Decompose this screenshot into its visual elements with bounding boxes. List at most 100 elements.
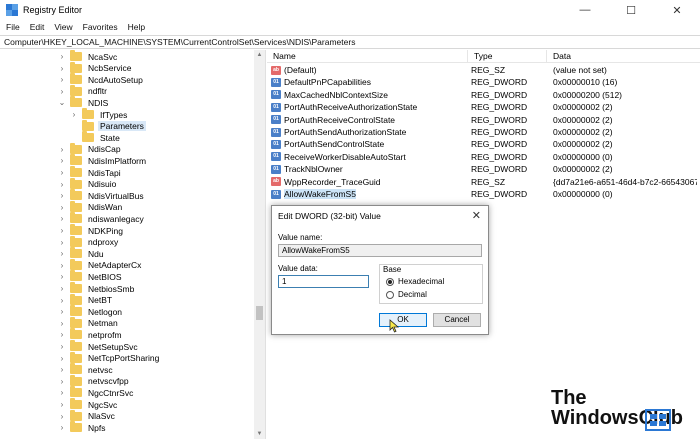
chevron-icon[interactable]: › — [70, 110, 78, 119]
header-name[interactable]: Name — [267, 50, 468, 62]
chevron-icon[interactable]: › — [58, 400, 66, 409]
tree-item[interactable]: › ndiswanlegacy — [58, 212, 146, 224]
header-type[interactable]: Type — [468, 50, 547, 62]
chevron-icon[interactable]: › — [58, 412, 66, 421]
tree-item[interactable]: › NetAdapterCx — [58, 258, 143, 271]
tree-item[interactable]: Parameters — [70, 119, 146, 132]
value-row[interactable]: 01 PortAuthReceiveControlState REG_DWORD 0x… — [267, 114, 697, 126]
value-row[interactable]: ab (Default) REG_SZ (value not set) — [267, 64, 697, 76]
tree-scrollbar[interactable]: ▲ ▼ — [254, 50, 265, 439]
menu-help[interactable]: Help — [128, 22, 145, 32]
chevron-icon[interactable]: › — [58, 307, 66, 316]
cancel-button[interactable]: Cancel — [433, 313, 481, 327]
close-button[interactable]: ✕ — [654, 0, 700, 20]
chevron-icon[interactable]: › — [58, 52, 66, 61]
tree-item[interactable]: › Netlogon — [58, 305, 124, 317]
tree-item[interactable]: › NetbiosSmb — [58, 282, 136, 294]
tree-item[interactable]: › NcaSvc — [58, 50, 119, 62]
key-tree[interactable]: › NcaSvc › NcbService › NcdAutoSetup › ndfltr ⌄ N… — [0, 50, 266, 439]
tree-item[interactable]: › ndfltr — [58, 84, 109, 97]
chevron-icon[interactable]: › — [58, 238, 66, 247]
tree-item[interactable]: › NlaSvc — [58, 409, 117, 422]
scroll-thumb[interactable] — [256, 306, 263, 320]
value-row[interactable]: ab WppRecorder_TraceGuid REG_SZ {dd7a21e6-a… — [267, 176, 697, 188]
value-row[interactable]: 01 ReceiveWorkerDisableAutoStart REG_DWORD… — [267, 151, 697, 163]
chevron-icon[interactable]: › — [58, 87, 66, 96]
tree-item[interactable]: › NdisCap — [58, 142, 123, 155]
chevron-icon[interactable]: › — [58, 365, 66, 374]
tree-item[interactable]: › NgcCtnrSvc — [58, 386, 135, 398]
minimize-button[interactable]: — — [562, 0, 608, 20]
hex-radio[interactable] — [386, 277, 394, 286]
chevron-icon[interactable]: › — [58, 168, 66, 177]
tree-item[interactable]: › NdisImPlatform — [58, 154, 148, 166]
chevron-icon[interactable]: › — [58, 423, 66, 432]
tree-item[interactable]: › NgcSvc — [58, 398, 119, 410]
chevron-icon[interactable]: › — [58, 145, 66, 154]
chevron-icon[interactable]: › — [58, 156, 66, 165]
value-row[interactable]: 01 PortAuthSendAuthorizationState REG_DWOR… — [267, 126, 697, 138]
chevron-icon[interactable]: › — [58, 377, 66, 386]
chevron-icon[interactable]: › — [58, 296, 66, 305]
dec-radio[interactable] — [386, 290, 394, 299]
tree-item[interactable]: › NetBT — [58, 293, 114, 306]
tree-item[interactable]: › Netman — [58, 316, 120, 329]
tree-item[interactable]: › netvsc — [58, 363, 115, 375]
tree-item[interactable]: › NDKPing — [58, 224, 125, 236]
chevron-icon[interactable]: › — [58, 354, 66, 363]
scroll-down-icon[interactable]: ▼ — [254, 429, 265, 439]
chevron-icon[interactable]: › — [58, 284, 66, 293]
chevron-icon[interactable]: › — [58, 388, 66, 397]
tree-item[interactable]: ⌄ NDIS — [58, 96, 110, 108]
scroll-up-icon[interactable]: ▲ — [254, 50, 265, 60]
hex-radio-row[interactable]: Hexadecimal — [386, 277, 444, 286]
chevron-icon[interactable]: › — [58, 64, 66, 73]
chevron-icon[interactable]: › — [58, 261, 66, 270]
value-row[interactable]: 01 AllowWakeFromS5 REG_DWORD 0x00000000 (0) — [267, 188, 697, 200]
value-row[interactable]: 01 PortAuthReceiveAuthorizationState REG_D… — [267, 101, 697, 113]
chevron-icon[interactable]: › — [58, 330, 66, 339]
tree-item[interactable]: › netprofm — [58, 328, 124, 340]
chevron-icon[interactable]: › — [58, 180, 66, 189]
tree-item[interactable]: › Ndisuio — [58, 177, 118, 190]
tree-item[interactable]: › Npfs — [58, 421, 107, 433]
value-data-field[interactable]: 1 — [278, 275, 369, 288]
tree-item[interactable]: › NcdAutoSetup — [58, 73, 145, 85]
tree-item[interactable]: › NdisWan — [58, 200, 124, 213]
menu-favorites[interactable]: Favorites — [83, 22, 118, 32]
menu-file[interactable]: File — [6, 22, 20, 32]
chevron-icon[interactable]: › — [58, 226, 66, 235]
tree-item[interactable]: › NcbService — [58, 61, 133, 74]
chevron-icon[interactable]: › — [58, 191, 66, 200]
tree-item[interactable]: › NetTcpPortSharing — [58, 351, 161, 364]
tree-item[interactable]: › netvscvfpp — [58, 374, 131, 387]
chevron-icon[interactable]: › — [58, 319, 66, 328]
chevron-icon[interactable]: ⌄ — [58, 98, 66, 107]
tree-item[interactable]: State — [70, 131, 122, 143]
tree-item[interactable]: › ndproxy — [58, 235, 120, 248]
chevron-icon[interactable]: › — [58, 214, 66, 223]
chevron-icon[interactable]: › — [58, 272, 66, 281]
ok-button[interactable]: OK — [379, 313, 427, 327]
tree-item[interactable]: › NdisVirtualBus — [58, 189, 146, 201]
address-bar[interactable]: Computer\HKEY_LOCAL_MACHINE\SYSTEM\Curre… — [0, 35, 700, 49]
chevron-icon[interactable]: › — [58, 203, 66, 212]
dec-radio-row[interactable]: Decimal — [386, 290, 427, 299]
tree-item[interactable]: › NetSetupSvc — [58, 340, 140, 352]
tree-item[interactable]: › NdisTapi — [58, 166, 123, 178]
dialog-close-icon[interactable]: ✕ — [472, 209, 481, 222]
value-row[interactable]: 01 DefaultPnPCapabilities REG_DWORD 0x00000… — [267, 76, 697, 88]
menu-view[interactable]: View — [54, 22, 72, 32]
chevron-icon[interactable]: › — [58, 249, 66, 258]
header-data[interactable]: Data — [547, 50, 700, 62]
menu-edit[interactable]: Edit — [30, 22, 45, 32]
tree-item[interactable]: › Ndu — [58, 247, 106, 259]
value-name-field[interactable]: AllowWakeFromS5 — [278, 244, 482, 257]
value-row[interactable]: 01 MaxCachedNblContextSize REG_DWORD 0x0000… — [267, 89, 697, 101]
value-row[interactable]: 01 TrackNblOwner REG_DWORD 0x00000002 (2) — [267, 163, 697, 175]
maximize-button[interactable]: ☐ — [608, 0, 654, 20]
value-row[interactable]: 01 PortAuthSendControlState REG_DWORD 0x000… — [267, 138, 697, 150]
tree-item[interactable]: › IfTypes — [70, 108, 129, 120]
chevron-icon[interactable]: › — [58, 342, 66, 351]
tree-item[interactable]: › NetBIOS — [58, 270, 124, 282]
